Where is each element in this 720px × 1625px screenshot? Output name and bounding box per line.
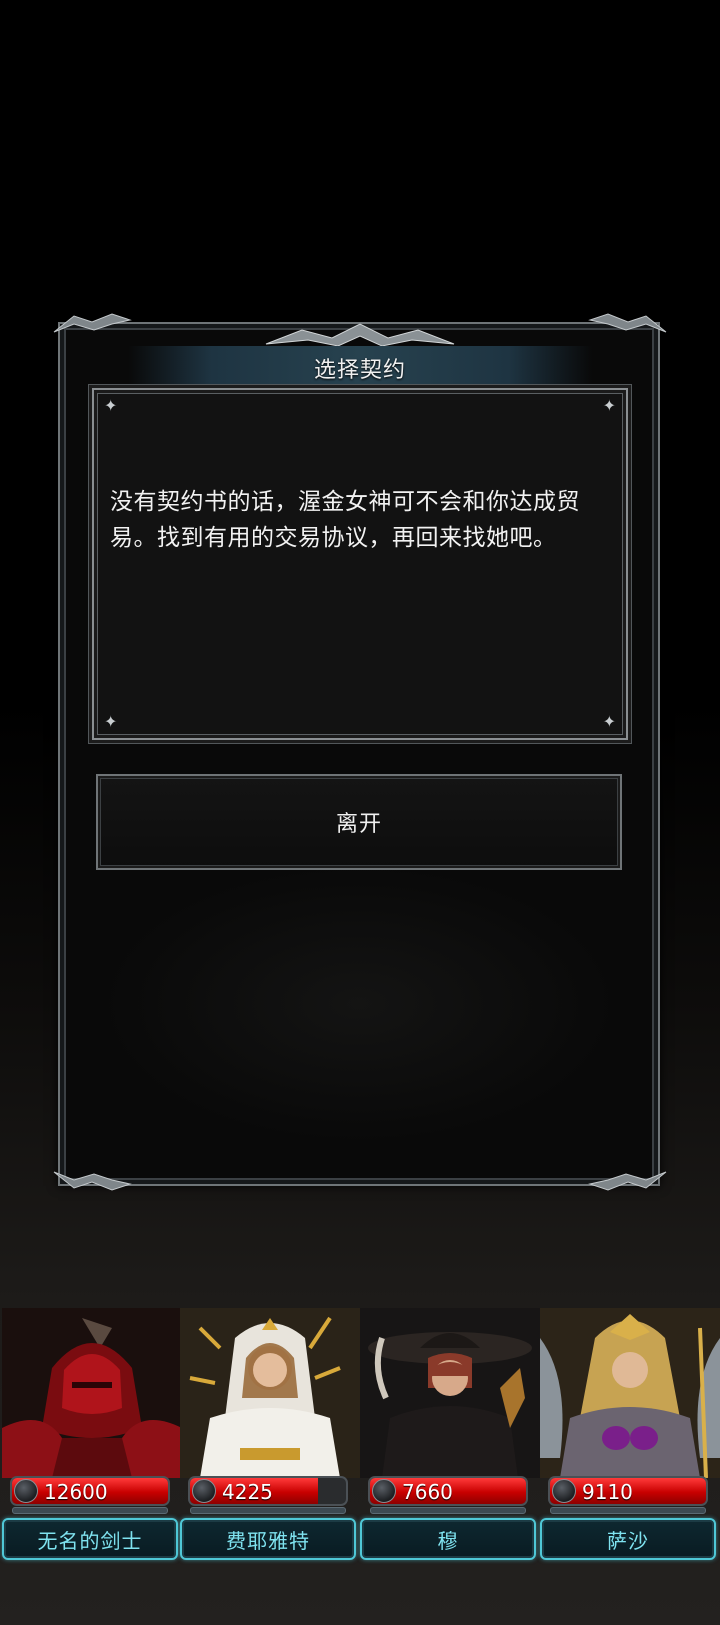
hero-name-plate[interactable]: 萨沙 <box>540 1518 716 1560</box>
frame-ornament-top-right <box>588 313 667 333</box>
hero-name-plate[interactable]: 穆 <box>360 1518 536 1560</box>
hero-portrait-valkyrie <box>540 1308 720 1478</box>
hero-card[interactable]: 9110 萨沙 <box>540 1308 720 1566</box>
sparkle-icon: ✦ <box>602 396 616 415</box>
sparkle-icon: ✦ <box>104 396 118 415</box>
hp-value: 12600 <box>44 1480 108 1504</box>
sword-shield-icon <box>372 1479 396 1503</box>
dialog-title-banner: 选择契约 <box>128 346 592 390</box>
leave-button[interactable]: 离开 <box>96 774 622 870</box>
sword-shield-icon <box>14 1479 38 1503</box>
party-roster: 12600 无名的剑士 4225 费耶雅特 7660 穆 9110 萨沙 <box>0 1308 720 1568</box>
hp-bar: 9110 <box>548 1476 708 1506</box>
sword-shield-icon <box>192 1479 216 1503</box>
hp-bar: 4225 <box>188 1476 348 1506</box>
hero-card[interactable]: 12600 无名的剑士 <box>2 1308 182 1566</box>
hero-portrait-assassin <box>360 1308 540 1478</box>
hp-value: 7660 <box>402 1480 453 1504</box>
sword-shield-icon <box>552 1479 576 1503</box>
energy-bar <box>370 1507 526 1514</box>
hero-card[interactable]: 4225 费耶雅特 <box>180 1308 360 1566</box>
energy-bar <box>550 1507 706 1514</box>
hero-name: 萨沙 <box>607 1528 649 1553</box>
frame-ornament-top-left <box>53 313 132 333</box>
hero-card[interactable]: 7660 穆 <box>360 1308 540 1566</box>
message-panel: ✦ ✦ ✦ ✦ 没有契约书的话，渥金女神可不会和你达成贸易。找到有用的交易协议，… <box>92 388 628 740</box>
hp-value: 9110 <box>582 1480 633 1504</box>
sparkle-icon: ✦ <box>602 712 616 731</box>
dialog-title: 选择契约 <box>313 358 406 383</box>
frame-ornament-bottom-right <box>588 1171 667 1191</box>
dialog-message: 没有契约书的话，渥金女神可不会和你达成贸易。找到有用的交易协议，再回来找她吧。 <box>110 489 580 551</box>
sparkle-icon: ✦ <box>104 712 118 731</box>
hero-portrait-priestess <box>180 1308 360 1478</box>
hero-name: 穆 <box>437 1528 459 1553</box>
hero-portrait-red-knight <box>2 1308 182 1478</box>
energy-bar <box>190 1507 346 1514</box>
hp-value: 4225 <box>222 1480 273 1504</box>
hero-name: 费耶雅特 <box>226 1528 310 1553</box>
hp-bar: 7660 <box>368 1476 528 1506</box>
hero-name-plate[interactable]: 费耶雅特 <box>180 1518 356 1560</box>
hero-name: 无名的剑士 <box>37 1528 143 1553</box>
game-screen: 选择契约 ✦ ✦ ✦ ✦ 没有契约书的话，渥金女神可不会和你达成贸易。找到有用的… <box>0 0 720 1625</box>
leave-button-label: 离开 <box>335 812 382 837</box>
hero-name-plate[interactable]: 无名的剑士 <box>2 1518 178 1560</box>
frame-ornament-bottom-left <box>53 1171 132 1191</box>
hp-bar: 12600 <box>10 1476 170 1506</box>
energy-bar <box>12 1507 168 1514</box>
